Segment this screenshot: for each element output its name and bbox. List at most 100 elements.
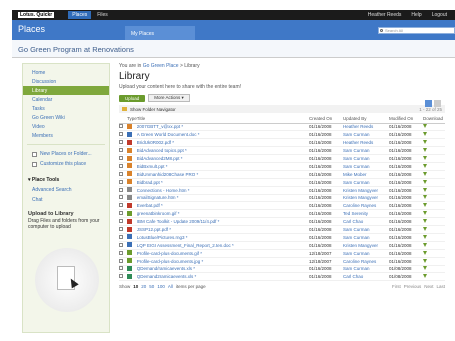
table-row[interactable]: Connections - Home.htm * 01/16/2008 Kriste… [119, 186, 445, 195]
file-title-link[interactable]: BidAdvanced topics.ppt * [136, 146, 309, 156]
download-icon[interactable] [423, 265, 445, 274]
download-icon[interactable] [423, 225, 445, 234]
pager-first[interactable]: First [392, 284, 401, 289]
page-size-100[interactable]: 100 [157, 284, 165, 289]
sidebar-item-calendar[interactable]: Calendar [23, 95, 109, 104]
updated-by-link[interactable]: Sam Curman [343, 162, 389, 171]
updated-by-link[interactable]: Sam Curman [343, 130, 389, 140]
download-icon[interactable] [423, 178, 445, 187]
row-checkbox[interactable] [119, 154, 127, 163]
table-row[interactable]: BidAdvanced topics.ppt * 01/16/2008 Sam Cu… [119, 146, 445, 156]
show-folder-navigator-link[interactable]: Show Folder Navigator [130, 107, 176, 112]
file-title-link[interactable]: Profile-card-plus-documents.gif * [136, 249, 309, 258]
search-input[interactable]: Search All [378, 27, 455, 34]
file-title-link[interactable]: Connections - Home.htm * [136, 186, 309, 195]
sidebar-item-home[interactable]: Home [23, 68, 109, 77]
download-icon[interactable] [423, 130, 445, 140]
row-checkbox[interactable] [119, 249, 127, 258]
row-checkbox[interactable] [119, 233, 127, 242]
updated-by-link[interactable]: Sam Curman [343, 265, 389, 274]
download-icon[interactable] [423, 138, 445, 148]
table-row[interactable]: QDemand/ramicaevents.xls * 01/16/2008 Sam … [119, 265, 445, 274]
details-view-icon[interactable] [425, 100, 432, 107]
table-row[interactable]: IBM Cafe Toolkit - Update 2009/11/4.pdf … [119, 217, 445, 227]
pager-last[interactable]: Last [436, 284, 445, 289]
row-checkbox[interactable] [119, 257, 127, 266]
breadcrumb-place-link[interactable]: Go Green Place [143, 63, 179, 69]
updated-by-link[interactable]: Sam Curman [343, 146, 389, 156]
download-icon[interactable] [423, 146, 445, 156]
pager-next[interactable]: Next [424, 284, 433, 289]
tab-places[interactable]: Places [68, 11, 92, 19]
file-title-link[interactable]: QDemand2ramicaevents.xls * [136, 272, 309, 282]
row-checkbox[interactable] [119, 217, 127, 227]
file-title-link[interactable]: JSSP12.ppt.pdf * [136, 225, 309, 234]
page-size-10[interactable]: 10 [133, 284, 138, 289]
updated-by-link[interactable]: Kristen Mangyver [343, 194, 389, 203]
list-view-icon[interactable] [434, 100, 441, 107]
updated-by-link[interactable]: Sam Curman [343, 154, 389, 163]
table-row[interactable]: Profile-card-plus-documents.gif * 12/18/2… [119, 249, 445, 258]
row-checkbox[interactable] [119, 123, 127, 132]
file-title-link[interactable]: BidAdvanced2M8.ppt * [136, 154, 309, 163]
page-size-50[interactable]: 50 [149, 284, 154, 289]
page-size-all[interactable]: All [168, 284, 173, 289]
file-title-link[interactable]: Everbat.pdf * [136, 201, 309, 211]
updated-by-link[interactable]: Caroline Raynes [343, 201, 389, 211]
updated-by-link[interactable]: Heather Reeds [343, 138, 389, 148]
table-row[interactable]: emailSignature.htm * 01/16/2008 Kristen Ma… [119, 194, 445, 203]
sidebar-item-members[interactable]: Members [23, 131, 109, 140]
tab-files[interactable]: Files [93, 11, 112, 19]
file-title-link[interactable]: LotusBlue/Pictures.rng3 * [136, 233, 309, 242]
sidebar-item-video[interactable]: Video [23, 122, 109, 131]
file-title-link[interactable]: Profile-card-plus-documents.jpg * [136, 257, 309, 266]
row-checkbox[interactable] [119, 241, 127, 250]
customize-place-action[interactable]: Customize this place [23, 159, 109, 169]
file-title-link[interactable]: BidBxmult.ppt * [136, 162, 309, 171]
table-row[interactable]: Profile-card-plus-documents.jpg * 12/18/2… [119, 257, 445, 266]
page-size-20[interactable]: 20 [141, 284, 146, 289]
download-icon[interactable] [423, 194, 445, 203]
row-checkbox[interactable] [119, 265, 127, 274]
help-link[interactable]: Help [411, 12, 421, 18]
file-title-link[interactable]: 2007GBTT_v@xx.ppt * [136, 123, 309, 132]
sidebar-item-wiki[interactable]: Go Green Wiki [23, 113, 109, 122]
download-icon[interactable] [423, 272, 445, 282]
sidebar-item-library[interactable]: Library [23, 86, 109, 95]
download-icon[interactable] [423, 123, 445, 132]
download-icon[interactable] [423, 257, 445, 266]
chat-link[interactable]: Chat [23, 195, 109, 205]
table-row[interactable]: LQP EIGI Assessment_Final_Report_2.ten.d… [119, 241, 445, 250]
updated-by-link[interactable]: Mike Mober [343, 170, 389, 179]
download-icon[interactable] [423, 217, 445, 227]
download-icon[interactable] [423, 162, 445, 171]
updated-by-link[interactable]: Sam Curman [343, 233, 389, 242]
updated-by-link[interactable]: Kristen Mangyver [343, 186, 389, 195]
download-icon[interactable] [423, 154, 445, 163]
place-tools-heading[interactable]: ▾ Place Tools [23, 175, 109, 185]
title-column-header[interactable]: Title [136, 115, 309, 124]
file-title-link[interactable]: Bidbrad.ppt * [136, 178, 309, 187]
row-checkbox[interactable] [119, 162, 127, 171]
user-name-link[interactable]: Heather Reeds [368, 12, 402, 18]
table-row[interactable]: greenatbinkroom.gif * 01/16/2008 Ted Seren… [119, 209, 445, 219]
created-column-header[interactable]: Created On [309, 115, 343, 124]
file-title-link[interactable]: QDemand/ramicaevents.xls * [136, 265, 309, 274]
table-row[interactable]: JSSP12.ppt.pdf * 01/16/2008 Sam Curman 01/1… [119, 225, 445, 234]
table-row[interactable]: LotusBlue/Pictures.rng3 * 01/16/2008 Sam C… [119, 233, 445, 242]
pager-previous[interactable]: Previous [404, 284, 422, 289]
row-checkbox[interactable] [119, 130, 127, 140]
file-title-link[interactable]: emailSignature.htm * [136, 194, 309, 203]
row-checkbox[interactable] [119, 272, 127, 282]
table-row[interactable]: Everbat.pdf * 01/16/2008 Caroline Raynes 01… [119, 201, 445, 211]
updated-by-column-header[interactable]: Updated By [343, 115, 389, 124]
table-row[interactable]: 2007GBTT_v@xx.ppt * 01/16/2008 Heather Ree… [119, 123, 445, 132]
modified-column-header[interactable]: Modified On [389, 115, 423, 124]
row-checkbox[interactable] [119, 194, 127, 203]
advanced-search-link[interactable]: Advanced Search [23, 185, 109, 195]
download-icon[interactable] [423, 241, 445, 250]
updated-by-link[interactable]: Caroline Raynes [343, 257, 389, 266]
download-icon[interactable] [423, 201, 445, 211]
download-icon[interactable] [423, 249, 445, 258]
new-place-folder-action[interactable]: New Places or Folder... [23, 149, 109, 159]
